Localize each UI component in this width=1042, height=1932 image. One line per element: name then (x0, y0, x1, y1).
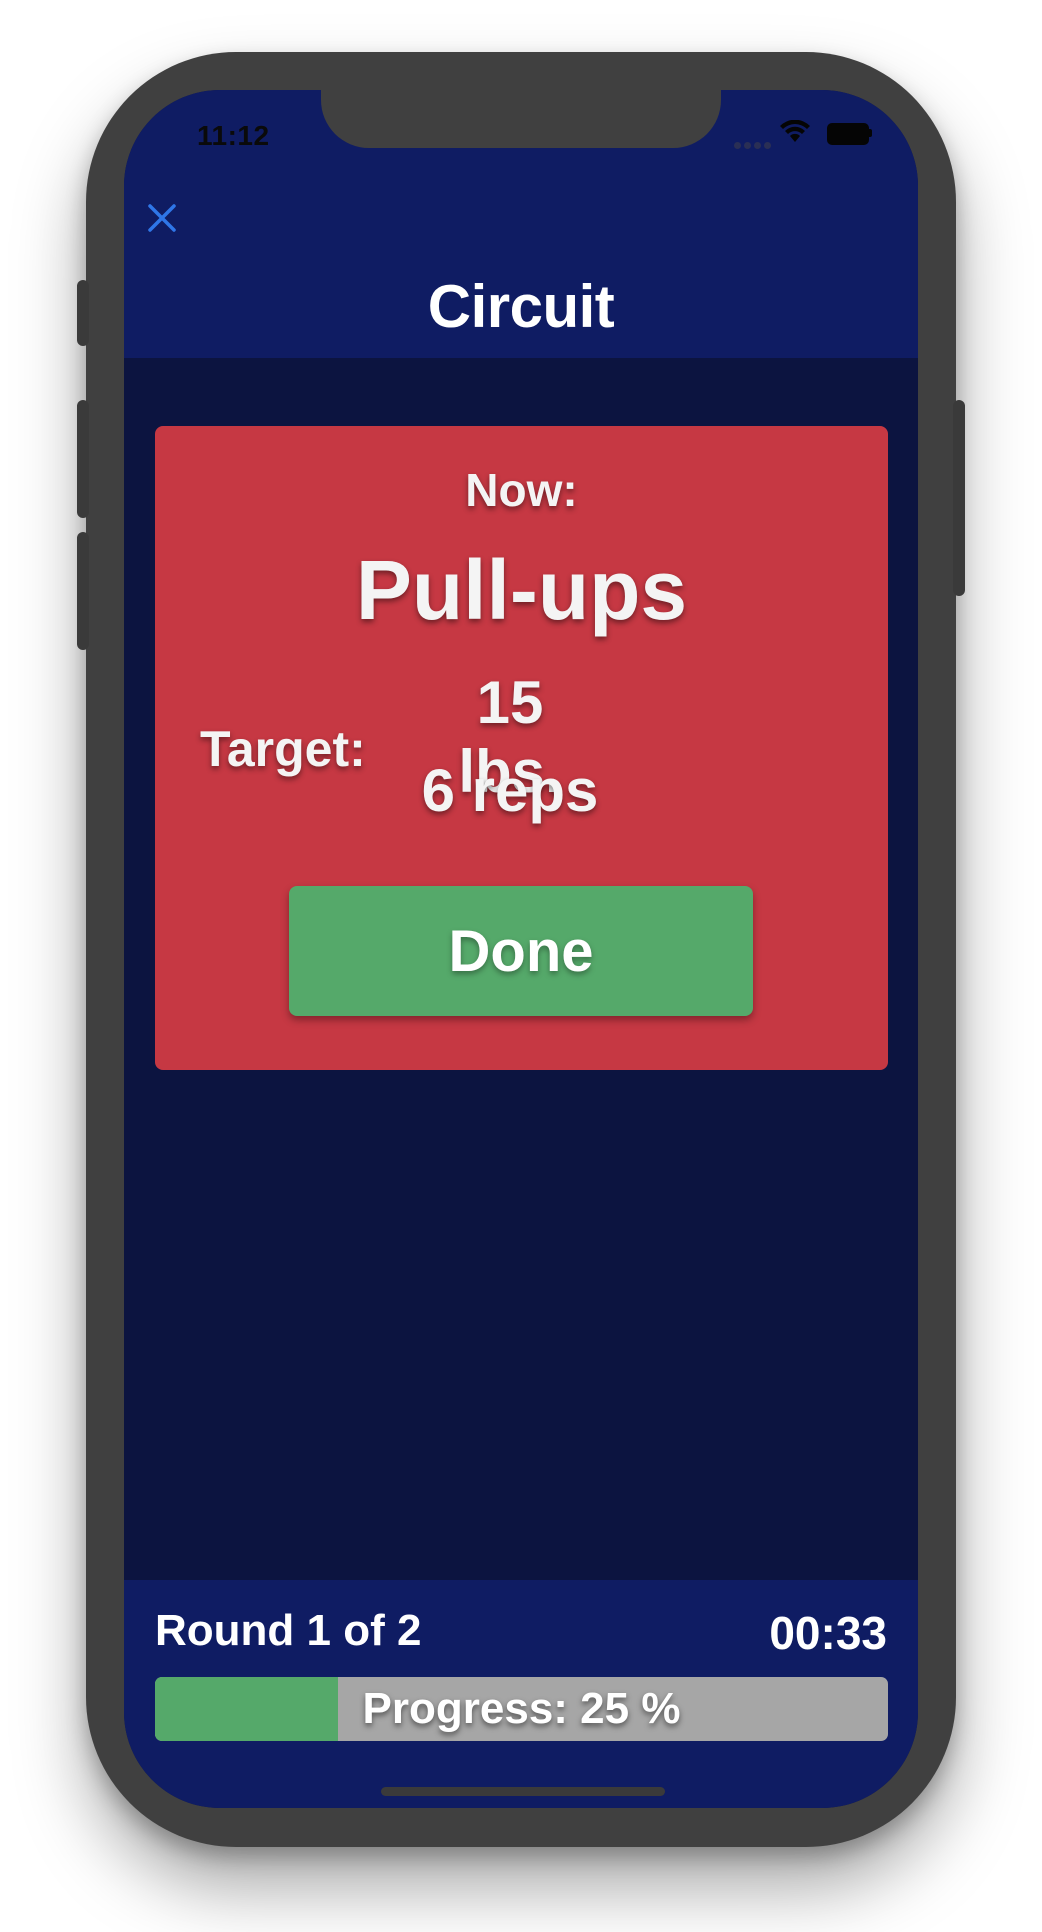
phone-volume-down (77, 532, 89, 650)
phone-volume-up (77, 400, 89, 518)
workout-footer: Round 1 of 2 00:33 Progress: 25 % (124, 1580, 918, 1808)
close-icon[interactable] (144, 200, 180, 236)
battery-tip (869, 129, 872, 137)
battery-icon (827, 123, 869, 145)
elapsed-timer: 00:33 (769, 1607, 887, 1659)
progress-label: Progress: 25 % (362, 1684, 681, 1733)
current-exercise-card: Now: Pull-ups Target: 15 lbs. 6 reps Don… (155, 426, 888, 1070)
home-indicator[interactable] (381, 1787, 665, 1796)
wifi-icon (780, 120, 810, 142)
done-button[interactable]: Done (289, 886, 753, 1016)
app-screen: 11:12 Circuit Now: Pull-ups Target: 15 l… (124, 90, 918, 1808)
target-label: Target: (200, 721, 366, 777)
phone-power-button (953, 400, 965, 596)
status-time: 11:12 (197, 120, 270, 151)
close-icon-glyph (148, 204, 176, 232)
phone-silent-switch (77, 280, 89, 346)
round-counter: Round 1 of 2 (155, 1606, 422, 1655)
nav-header: 11:12 Circuit (124, 90, 918, 358)
progress-bar: Progress: 25 % (155, 1677, 888, 1741)
device-notch (321, 90, 721, 148)
cellular-signal-icon (734, 136, 774, 154)
now-label: Now: (465, 464, 578, 516)
target-reps: 6 reps (421, 757, 599, 824)
exercise-name: Pull-ups (355, 543, 688, 637)
page-title: Circuit (427, 273, 615, 340)
